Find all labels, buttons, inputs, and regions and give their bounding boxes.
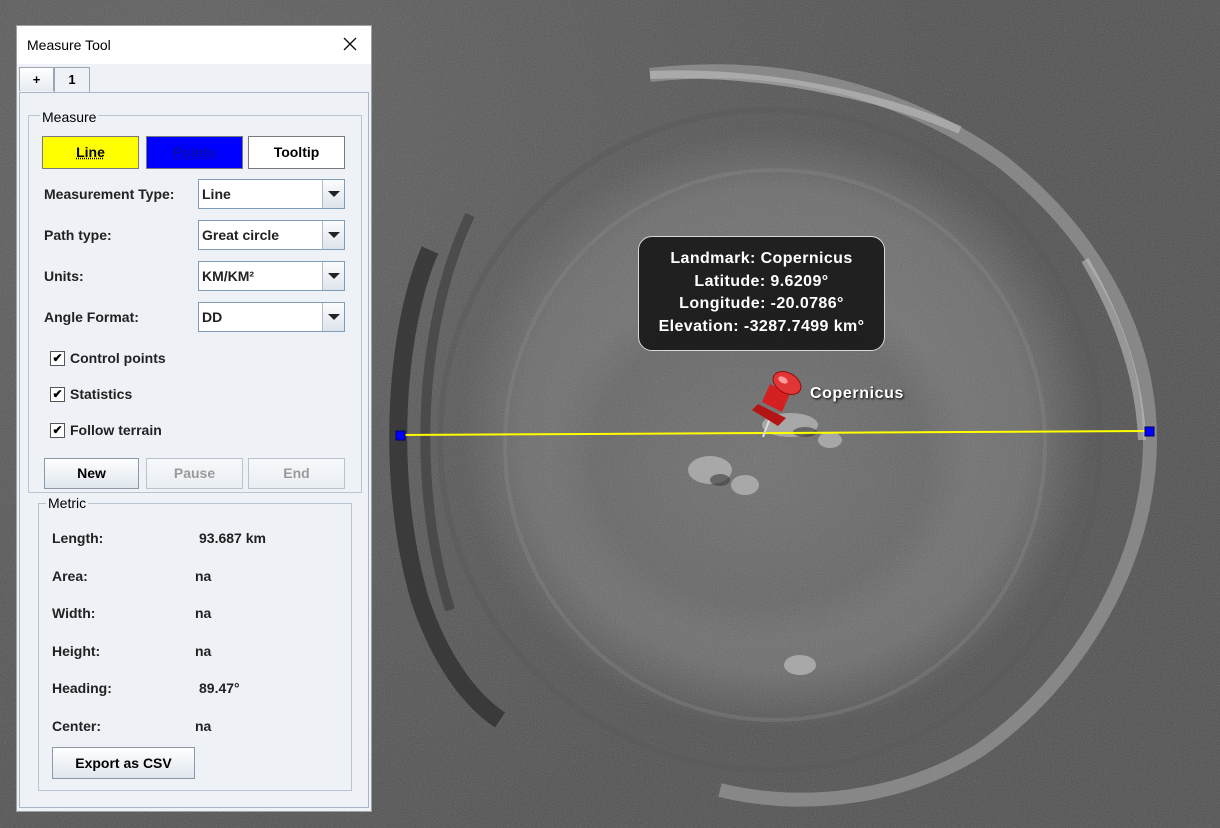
width-label: Width:	[52, 605, 96, 621]
window-title: Measure Tool	[27, 37, 111, 53]
path-type-label: Path type:	[44, 227, 112, 243]
width-value: na	[195, 605, 212, 621]
chevron-down-icon[interactable]	[322, 262, 344, 290]
measurement-type-select[interactable]: Line	[198, 179, 345, 209]
length-label: Length:	[52, 530, 104, 546]
measurement-type-label: Measurement Type:	[44, 186, 175, 202]
path-type-value: Great circle	[202, 227, 280, 243]
points-color-button[interactable]: Points	[146, 136, 243, 169]
close-icon[interactable]	[339, 33, 361, 55]
chevron-down-icon[interactable]	[322, 303, 344, 331]
measure-group-title: Measure	[40, 109, 99, 125]
points-color-button-label: Points	[173, 144, 216, 160]
length-value: 93.687 km	[199, 530, 266, 546]
new-button[interactable]: New	[44, 458, 139, 489]
placemark-label[interactable]: Copernicus	[810, 385, 904, 403]
angle-format-value: DD	[202, 309, 223, 325]
height-label: Height:	[52, 643, 101, 659]
tooltip-toggle-label: Tooltip	[273, 144, 320, 160]
units-value: KM/KM²	[202, 268, 255, 284]
pushpin-icon[interactable]	[752, 367, 805, 438]
measure-line[interactable]	[399, 430, 1150, 436]
measurement-type-value: Line	[202, 186, 231, 202]
line-color-button[interactable]: Line	[42, 136, 139, 169]
control-points-label: Control points	[70, 350, 166, 366]
chevron-down-icon[interactable]	[322, 221, 344, 249]
end-button[interactable]: End	[248, 458, 345, 489]
control-point-end[interactable]	[1144, 426, 1155, 437]
tooltip-elevation: Elevation: -3287.7499 km°	[658, 317, 865, 335]
angle-format-select[interactable]: DD	[198, 302, 345, 332]
tab-1[interactable]: 1	[54, 67, 90, 94]
center-label: Center:	[52, 718, 102, 734]
title-bar[interactable]: Measure Tool	[17, 26, 371, 64]
area-value: na	[195, 568, 212, 584]
follow-terrain-label: Follow terrain	[70, 422, 162, 438]
height-value: na	[195, 643, 212, 659]
tooltip-latitude: Latitude: 9.6209°	[694, 272, 829, 290]
pause-button[interactable]: Pause	[146, 458, 243, 489]
tooltip-landmark: Landmark: Copernicus	[670, 250, 853, 267]
heading-value: 89.47°	[199, 680, 240, 696]
path-type-select[interactable]: Great circle	[198, 220, 345, 250]
tooltip-longitude: Longitude: -20.0786°	[679, 295, 844, 312]
checkmark-icon[interactable]: ✔	[50, 387, 65, 402]
area-label: Area:	[52, 568, 88, 584]
line-color-button-label: Line	[76, 144, 105, 160]
angle-format-label: Angle Format:	[44, 309, 139, 325]
heading-label: Heading:	[52, 680, 112, 696]
landmark-tooltip: Landmark: Copernicus Latitude: 9.6209° L…	[638, 236, 885, 351]
measure-tool-window: Measure Tool + 1 Measure Line Points Too…	[16, 25, 372, 812]
checkmark-icon[interactable]: ✔	[50, 351, 65, 366]
units-select[interactable]: KM/KM²	[198, 261, 345, 291]
checkmark-icon[interactable]: ✔	[50, 423, 65, 438]
control-point-start[interactable]	[395, 430, 406, 441]
statistics-label: Statistics	[70, 386, 133, 402]
tooltip-toggle-button[interactable]: Tooltip	[248, 136, 345, 169]
export-csv-button[interactable]: Export as CSV	[52, 747, 195, 779]
metric-group-title: Metric	[46, 495, 89, 511]
tab-add[interactable]: +	[19, 67, 54, 91]
chevron-down-icon[interactable]	[322, 180, 344, 208]
units-label: Units:	[44, 268, 84, 284]
tab-panel: Measure Line Points Tooltip Measurement …	[19, 92, 369, 808]
center-value: na	[195, 718, 212, 734]
